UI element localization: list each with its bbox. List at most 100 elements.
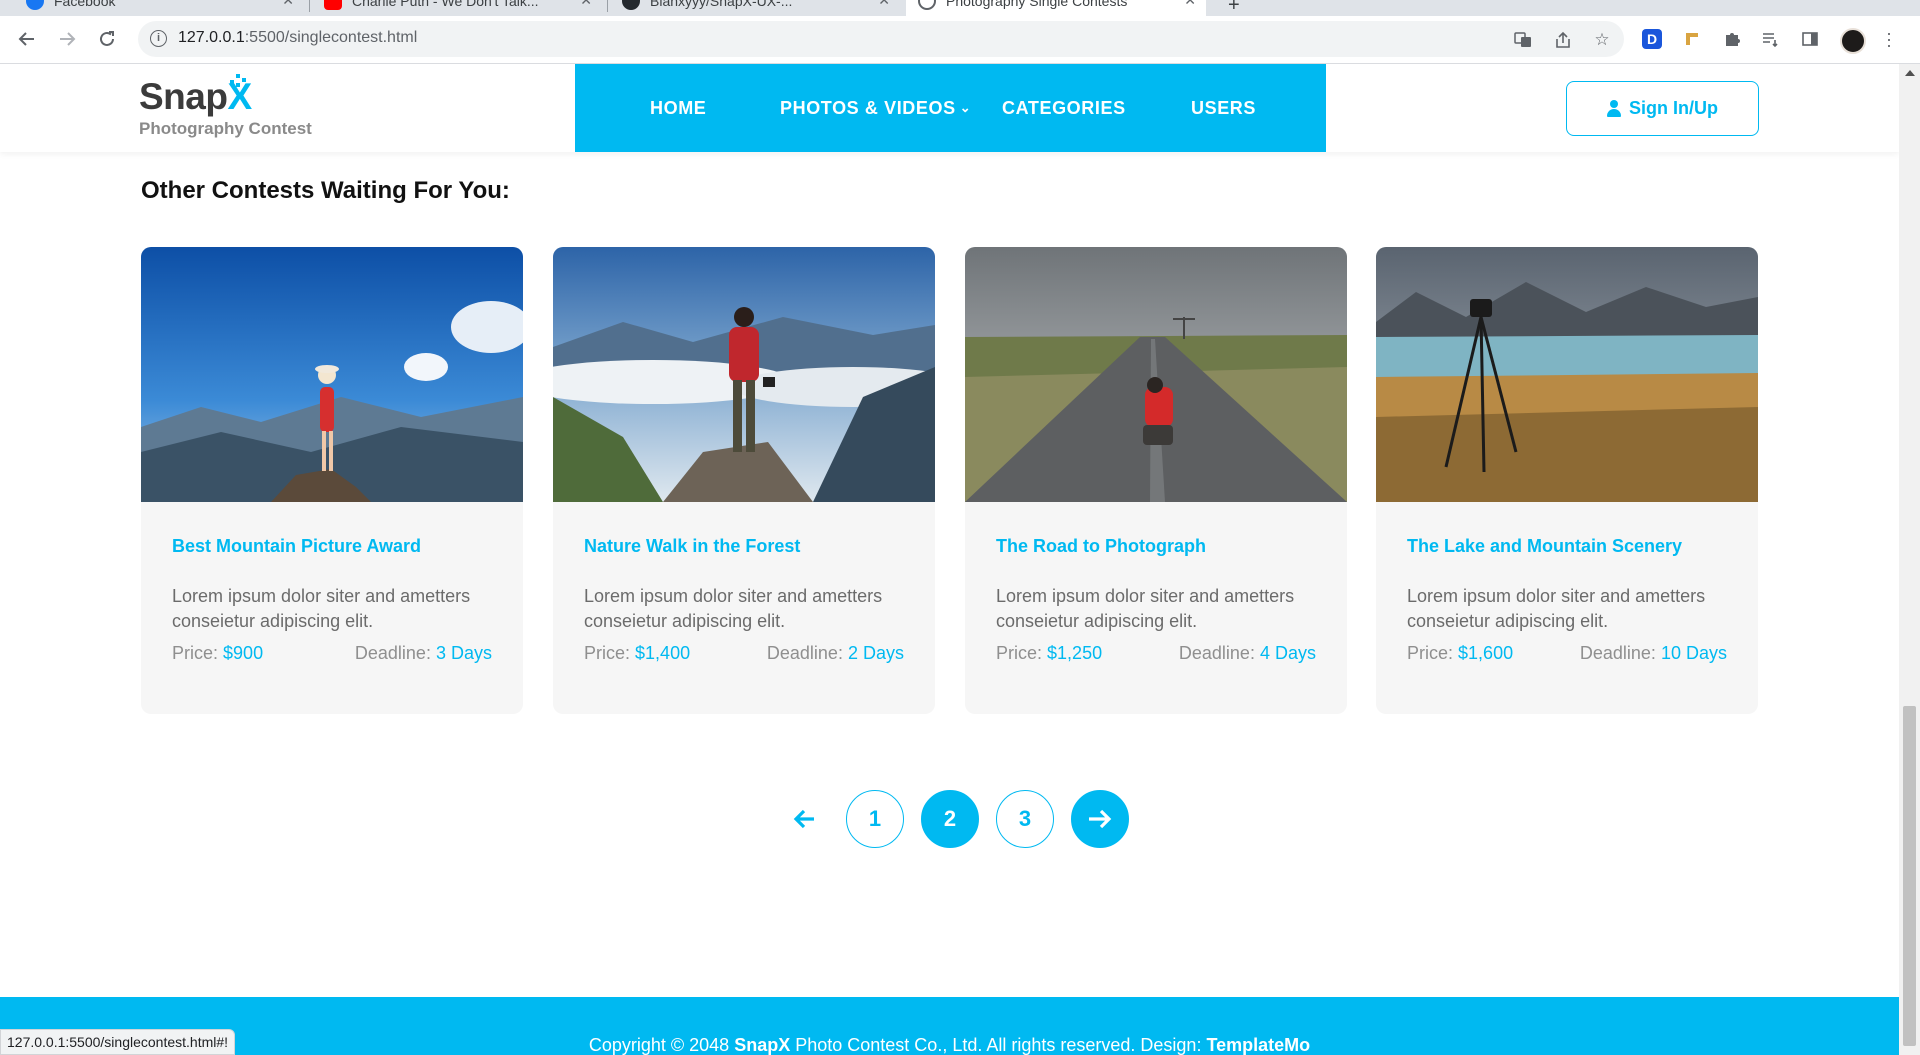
price-value: $1,600 bbox=[1458, 643, 1514, 663]
pagination-page-3[interactable]: 3 bbox=[996, 790, 1054, 848]
close-tab-icon[interactable]: ✕ bbox=[878, 0, 890, 9]
price-label: Price: bbox=[172, 643, 219, 663]
contest-title[interactable]: The Road to Photograph bbox=[996, 536, 1206, 557]
page-scrollbar[interactable] bbox=[1899, 64, 1920, 1055]
contest-photo-photographer-on-road[interactable] bbox=[965, 247, 1347, 502]
contest-title[interactable]: The Lake and Mountain Scenery bbox=[1407, 536, 1682, 557]
status-url-bubble: 127.0.0.1:5500/singlecontest.html#! bbox=[0, 1029, 236, 1055]
extension-d-icon[interactable]: D bbox=[1642, 29, 1662, 49]
price-value: $900 bbox=[223, 643, 264, 663]
contest-card[interactable]: Nature Walk in the Forest Lorem ipsum do… bbox=[553, 247, 935, 714]
deadline-label: Deadline: bbox=[1178, 643, 1255, 663]
side-panel-icon[interactable] bbox=[1798, 27, 1822, 51]
youtube-icon bbox=[324, 0, 342, 10]
extensions-puzzle-icon[interactable] bbox=[1720, 27, 1744, 51]
price-value: $1,250 bbox=[1047, 643, 1103, 663]
site-header: SnapX Photography Contest HOME PHOTOS & … bbox=[0, 64, 1899, 152]
footer-brand: SnapX bbox=[734, 1035, 791, 1055]
pagination-page-1[interactable]: 1 bbox=[846, 790, 904, 848]
deadline-value: 2 Days bbox=[847, 643, 904, 663]
nav-categories[interactable]: CATEGORIES bbox=[1002, 98, 1126, 119]
deadline-value: 3 Days bbox=[435, 643, 492, 663]
user-icon bbox=[1607, 100, 1621, 117]
reading-list-icon[interactable] bbox=[1758, 27, 1782, 51]
arrow-left-icon bbox=[793, 809, 814, 829]
contest-card[interactable]: Best Mountain Picture Award Lorem ipsum … bbox=[141, 247, 523, 714]
scrollbar-thumb[interactable] bbox=[1903, 706, 1916, 1046]
contest-card[interactable]: The Road to Photograph Lorem ipsum dolor… bbox=[965, 247, 1347, 714]
browser-tab-facebook[interactable]: Facebook ✕ bbox=[14, 0, 304, 16]
deadline-label: Deadline: bbox=[1579, 643, 1656, 663]
pagination-page-2[interactable]: 2 bbox=[921, 790, 979, 848]
arrow-right-icon bbox=[1089, 809, 1112, 829]
browser-tab-github[interactable]: Blanxyyy/SnapX-UX-... ✕ bbox=[610, 0, 900, 16]
logo-title: SnapX bbox=[139, 78, 312, 115]
deadline-label: Deadline: bbox=[766, 643, 843, 663]
logo-name: Snap bbox=[139, 76, 228, 117]
contest-deadline: Deadline: 4 Days bbox=[1179, 643, 1316, 664]
nav-users[interactable]: USERS bbox=[1191, 98, 1256, 119]
price-value: $1,400 bbox=[635, 643, 691, 663]
address-url[interactable]: 127.0.0.1:5500/singlecontest.html bbox=[178, 29, 417, 47]
reload-icon[interactable] bbox=[92, 24, 122, 54]
share-icon[interactable] bbox=[1552, 29, 1574, 51]
contest-deadline: Deadline: 2 Days bbox=[767, 643, 904, 664]
contest-description: Lorem ipsum dolor siter and ametters con… bbox=[996, 586, 1295, 631]
close-tab-icon[interactable]: ✕ bbox=[580, 0, 592, 9]
url-path: :5500/singlecontest.html bbox=[244, 29, 418, 46]
close-tab-icon[interactable]: ✕ bbox=[1184, 0, 1196, 9]
footer-prefix: Copyright © 2048 bbox=[588, 1035, 730, 1055]
url-host: 127.0.0.1 bbox=[178, 29, 245, 46]
contest-photo-tripod-by-lake[interactable] bbox=[1376, 247, 1758, 502]
scroll-up-icon[interactable] bbox=[1905, 70, 1915, 76]
contest-price: Price: $1,400 bbox=[584, 643, 690, 664]
price-label: Price: bbox=[996, 643, 1043, 663]
tab-title: Facebook bbox=[54, 0, 116, 9]
deadline-value: 10 Days bbox=[1660, 643, 1727, 663]
sign-in-button[interactable]: Sign In/Up bbox=[1566, 81, 1759, 136]
tab-title: Charlie Puth - We Don't Talk... bbox=[352, 0, 539, 9]
back-icon[interactable] bbox=[12, 24, 42, 54]
close-tab-icon[interactable]: ✕ bbox=[282, 0, 294, 9]
bookmark-star-icon[interactable]: ☆ bbox=[1591, 29, 1613, 51]
footer-designer-link[interactable]: TemplateMo bbox=[1206, 1035, 1310, 1055]
contest-photo-woman-on-mountain[interactable] bbox=[141, 247, 523, 502]
sign-in-label: Sign In/Up bbox=[1629, 98, 1718, 118]
pagination-next-button[interactable] bbox=[1071, 790, 1129, 848]
tab-title: Photography Single Contests bbox=[946, 0, 1128, 9]
site-logo[interactable]: SnapX Photography Contest bbox=[139, 74, 312, 139]
translate-icon[interactable] bbox=[1512, 29, 1534, 51]
logo-dots-icon bbox=[230, 74, 252, 90]
section-title: Other Contests Waiting For You: bbox=[141, 177, 510, 204]
profile-avatar[interactable] bbox=[1840, 28, 1866, 54]
contest-photo-hiker-above-clouds[interactable] bbox=[553, 247, 935, 502]
logo-tagline: Photography Contest bbox=[139, 119, 312, 138]
contest-card[interactable]: The Lake and Mountain Scenery Lorem ipsu… bbox=[1376, 247, 1758, 714]
contest-description: Lorem ipsum dolor siter and ametters con… bbox=[172, 586, 471, 631]
forward-icon[interactable] bbox=[52, 24, 82, 54]
address-bar[interactable]: i 127.0.0.1:5500/singlecontest.html ☆ bbox=[138, 21, 1624, 57]
pagination-prev-button[interactable] bbox=[775, 790, 833, 848]
contest-title[interactable]: Nature Walk in the Forest bbox=[584, 536, 800, 557]
extension-ruler-icon[interactable] bbox=[1680, 27, 1704, 51]
footer-middle: Photo Contest Co., Ltd. All rights reser… bbox=[795, 1035, 1202, 1055]
page-viewport: SnapX Photography Contest HOME PHOTOS & … bbox=[0, 64, 1899, 1055]
deadline-label: Deadline: bbox=[354, 643, 431, 663]
nav-home[interactable]: HOME bbox=[650, 98, 706, 119]
chevron-down-icon: ⌄ bbox=[959, 100, 972, 115]
contest-cards: Best Mountain Picture Award Lorem ipsum … bbox=[141, 247, 1758, 714]
contest-price: Price: $1,250 bbox=[996, 643, 1102, 664]
site-info-icon[interactable]: i bbox=[150, 30, 167, 47]
github-icon bbox=[622, 0, 640, 10]
browser-menu-icon[interactable]: · · · bbox=[1884, 24, 1894, 54]
footer-copyright: Copyright © 2048 SnapX Photo Contest Co.… bbox=[0, 1035, 1899, 1055]
nav-photos-videos[interactable]: PHOTOS & VIDEOS ⌄ bbox=[780, 98, 971, 119]
deadline-value: 4 Days bbox=[1259, 643, 1316, 663]
contest-deadline: Deadline: 10 Days bbox=[1580, 643, 1727, 664]
browser-tab-active[interactable]: Photography Single Contests ✕ bbox=[906, 0, 1206, 16]
contest-description: Lorem ipsum dolor siter and ametters con… bbox=[1407, 586, 1706, 631]
tab-separator bbox=[309, 0, 310, 12]
new-tab-icon[interactable]: + bbox=[1228, 0, 1240, 16]
browser-tab-youtube[interactable]: Charlie Puth - We Don't Talk... ✕ bbox=[312, 0, 602, 16]
contest-title[interactable]: Best Mountain Picture Award bbox=[172, 536, 421, 557]
